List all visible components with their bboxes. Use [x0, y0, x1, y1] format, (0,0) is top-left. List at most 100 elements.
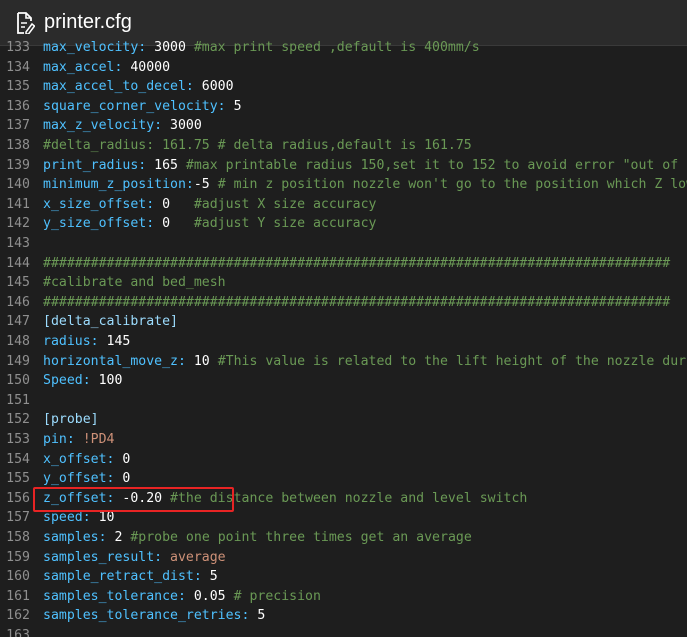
line-code: max_z_velocity: 3000	[43, 118, 202, 133]
code-token: radius:	[43, 334, 107, 349]
code-token: pin:	[43, 432, 83, 447]
code-token: square_corner_velocity:	[43, 98, 234, 114]
code-line[interactable]: 149 horizontal_move_z: 10 #This value is …	[0, 352, 687, 372]
code-line[interactable]: 143	[0, 234, 43, 254]
code-line[interactable]: 162 samples_tolerance_retries: 5	[0, 606, 265, 626]
code-line[interactable]: 138 #delta_radius: 161.75 # delta radius,…	[0, 136, 472, 156]
line-code: x_offset: 0	[43, 452, 130, 467]
code-line[interactable]: 142 y_size_offset: 0 #adjust Y size accur…	[0, 214, 376, 234]
code-token: ########################################…	[43, 294, 671, 310]
code-line[interactable]: 151	[0, 391, 43, 411]
code-token: 5	[233, 98, 242, 114]
code-token: #This value is related to the lift heigh…	[217, 353, 687, 369]
code-token: # precision	[233, 588, 321, 604]
line-code: minimum_z_position:-5 # min z position n…	[43, 177, 687, 192]
code-line[interactable]: 135 max_accel_to_decel: 6000	[0, 77, 234, 97]
code-token: #calibrate and bed_mesh	[43, 275, 226, 291]
line-number: 139	[6, 157, 30, 173]
line-code: max_accel_to_decel: 6000	[43, 79, 234, 94]
line-number: 136	[6, 98, 30, 114]
code-line[interactable]: 136 square_corner_velocity: 5	[0, 97, 242, 117]
code-token: [delta_calibrate]	[43, 314, 178, 330]
code-token: #max print speed ,default is 400mm/s	[193, 40, 480, 55]
code-token: 3000	[154, 40, 194, 55]
code-token: samples_tolerance_retries:	[43, 608, 258, 624]
code-line[interactable]: 141 x_size_offset: 0 #adjust X size accur…	[0, 195, 376, 215]
code-token: 5	[209, 569, 218, 585]
code-token: samples:	[43, 530, 115, 545]
code-token: 10	[193, 353, 218, 369]
code-line[interactable]: 161 samples_tolerance: 0.05 # precision	[0, 587, 321, 607]
line-code: ########################################…	[43, 295, 670, 310]
code-line[interactable]: 140 minimum_z_position:-5 # min z positio…	[0, 175, 687, 195]
line-code: y_offset: 0	[43, 471, 130, 486]
code-line[interactable]: 152 [probe]	[0, 410, 99, 430]
code-token: max_accel:	[43, 59, 131, 75]
code-token: 0.05	[193, 588, 234, 604]
code-token: sample_retract_dist:	[43, 569, 210, 585]
code-line[interactable]: 159 samples_result: average	[0, 548, 226, 568]
code-token: # min z position nozzle won't go to the …	[217, 177, 687, 193]
code-token: x_size_offset:	[43, 196, 163, 212]
line-number: 150	[6, 373, 30, 389]
code-editor[interactable]: 133 max_velocity: 3000 #max print speed ,…	[0, 38, 687, 637]
code-line[interactable]: 147 [delta_calibrate]	[0, 312, 178, 332]
code-line[interactable]: 134 max_accel: 40000	[0, 58, 170, 78]
code-token: #delta_radius: 161.75 # delta radius,def…	[43, 138, 472, 153]
code-token: 100	[98, 373, 123, 389]
line-code: speed: 10	[43, 510, 114, 525]
code-token: max_z_velocity:	[43, 118, 171, 134]
code-token: speed:	[43, 510, 99, 526]
line-number: 159	[6, 549, 30, 565]
code-line[interactable]: 148 radius: 145	[0, 332, 130, 352]
line-code: x_size_offset: 0 #adjust X size accuracy	[43, 197, 376, 212]
code-line[interactable]: 158 samples: 2 #probe one point three tim…	[0, 528, 472, 548]
line-code: samples_result: average	[43, 550, 226, 565]
code-token: #max printable radius 150,set it to 152 …	[185, 157, 687, 173]
code-line[interactable]: 163	[0, 626, 43, 637]
code-line[interactable]: 154 x_offset: 0	[0, 450, 130, 470]
code-line[interactable]: 160 sample_retract_dist: 5	[0, 567, 218, 587]
code-line[interactable]: 144 #####################################…	[0, 254, 670, 274]
highlight-box	[33, 487, 234, 512]
line-code: samples_tolerance_retries: 5	[43, 608, 265, 623]
code-token: minimum_z_position:	[43, 177, 194, 193]
code-line[interactable]: 146 #####################################…	[0, 293, 670, 313]
line-number: 138	[6, 138, 30, 153]
line-code: Speed: 100	[43, 373, 122, 388]
line-code: #calibrate and bed_mesh	[43, 275, 226, 290]
code-token: x_offset:	[43, 451, 123, 467]
line-code: samples_tolerance: 0.05 # precision	[43, 589, 321, 604]
code-line[interactable]: 150 Speed: 100	[0, 371, 122, 391]
code-token: ########################################…	[43, 255, 671, 271]
line-number: 158	[6, 530, 30, 545]
line-code: radius: 145	[43, 334, 130, 349]
line-number: 157	[6, 510, 30, 526]
code-line[interactable]: 139 print_radius: 165 #max printable radi…	[0, 156, 687, 176]
line-code: [probe]	[43, 412, 99, 427]
code-token: 3000	[170, 118, 202, 134]
code-line[interactable]: 145 #calibrate and bed_mesh	[0, 273, 226, 293]
code-token: y_offset:	[43, 471, 123, 487]
code-token: samples_result:	[43, 549, 171, 565]
line-number: 147	[6, 314, 30, 330]
line-code: samples: 2 #probe one point three times …	[43, 530, 472, 545]
code-token: #adjust Y size accuracy	[193, 216, 377, 232]
line-number: 143	[6, 236, 30, 251]
line-number: 163	[6, 628, 30, 637]
line-number: 155	[6, 471, 30, 487]
code-token: 0	[162, 216, 194, 232]
line-number: 160	[6, 569, 30, 585]
code-line[interactable]: 153 pin: !PD4	[0, 430, 114, 450]
line-number: 152	[6, 412, 30, 428]
code-token: samples_tolerance:	[43, 588, 194, 604]
code-token: 165	[154, 157, 186, 173]
code-line[interactable]: 155 y_offset: 0	[0, 469, 130, 489]
line-code: sample_retract_dist: 5	[43, 569, 218, 584]
line-code: ########################################…	[43, 256, 670, 271]
code-token: 0	[162, 196, 194, 212]
line-number: 161	[6, 588, 30, 604]
code-line[interactable]: 137 max_z_velocity: 3000	[0, 116, 202, 136]
code-line[interactable]: 133 max_velocity: 3000 #max print speed ,…	[0, 38, 480, 58]
line-code: print_radius: 165 #max printable radius …	[43, 158, 687, 173]
